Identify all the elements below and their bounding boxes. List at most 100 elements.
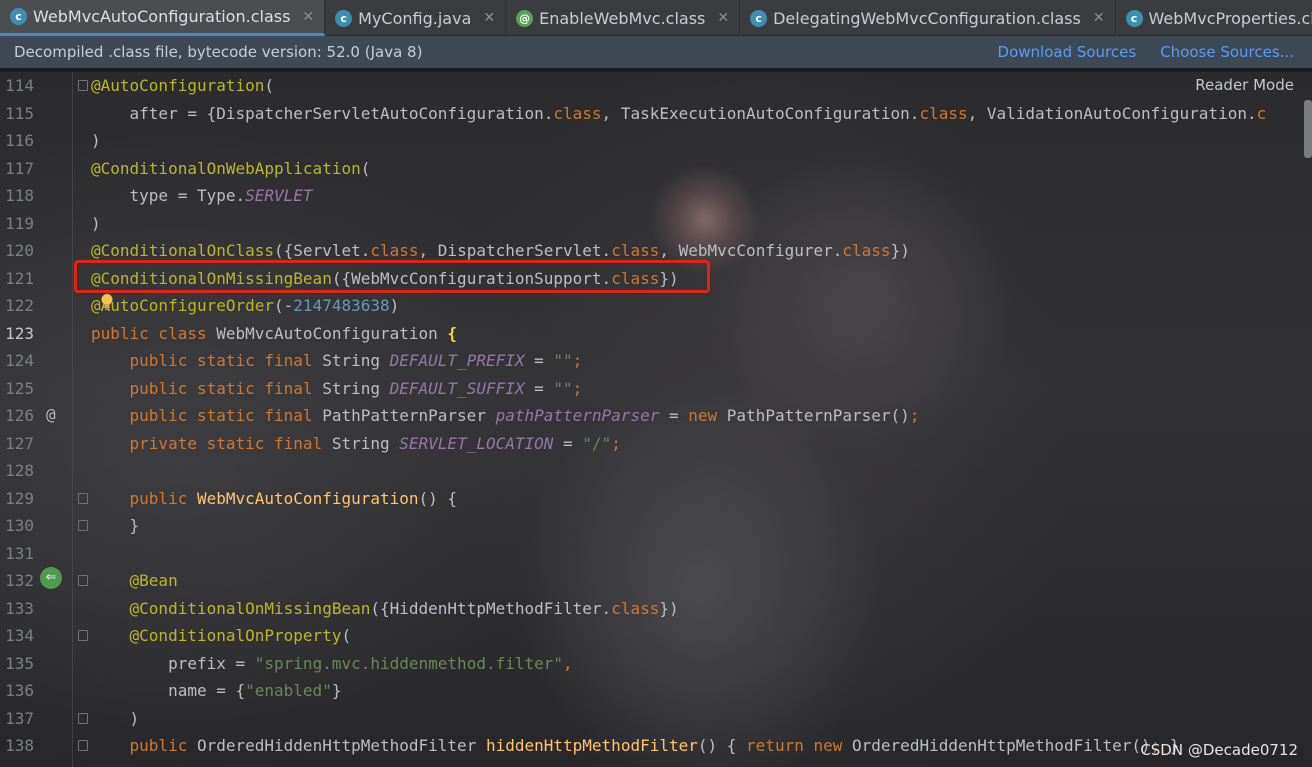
close-tab-icon[interactable]: ✕ xyxy=(483,10,495,26)
code-text: public OrderedHiddenHttpMethodFilter hid… xyxy=(91,736,1180,755)
code-token: DEFAULT_SUFFIX xyxy=(389,378,525,398)
code-token: () { xyxy=(418,488,458,508)
code-token: hiddenHttpMethodFilter xyxy=(485,736,698,755)
editor-tab[interactable]: cWebMvcProperties.class✕ xyxy=(1116,0,1312,36)
download-sources-link[interactable]: Download Sources xyxy=(998,43,1137,61)
code-line: 137 ) xyxy=(0,705,1312,732)
lightbulb-icon[interactable] xyxy=(100,293,114,311)
line-number: 117 xyxy=(5,158,34,178)
code-text: } xyxy=(91,516,140,535)
code-token: OrderedHiddenHttpMethodFilter() xyxy=(852,736,1151,755)
code-token: public xyxy=(91,488,197,508)
code-token: @ConditionalOnWebApplication xyxy=(91,158,361,178)
code-token: new xyxy=(688,406,727,425)
code-text: @ConditionalOnProperty( xyxy=(91,626,352,645)
code-token: } xyxy=(91,516,140,535)
line-number: 131 xyxy=(5,543,34,563)
code-token: ValidationAutoConfiguration. xyxy=(986,103,1257,123)
ide-window: c WebMvcAutoConfiguration.class ✕ c MyConfig… xyxy=(0,0,1312,767)
code-token: PathPatternParser() xyxy=(726,406,910,425)
line-number: 138 xyxy=(5,736,34,755)
vertical-scrollbar-thumb[interactable] xyxy=(1304,100,1312,158)
code-line: 131 xyxy=(0,540,1312,567)
line-number: 116 xyxy=(5,131,34,150)
line-number: 122 xyxy=(5,296,34,315)
code-token: @ConditionalOnClass xyxy=(91,241,275,260)
line-number: 135 xyxy=(5,653,34,673)
code-token: class xyxy=(611,598,660,618)
fold-marker-icon[interactable] xyxy=(78,630,88,641)
code-token: class xyxy=(553,103,602,123)
editor-tab[interactable]: c DelegatingWebMvcConfiguration.class ✕ xyxy=(740,0,1116,36)
code-token: @AutoConfiguration xyxy=(91,76,265,95)
code-token: ) xyxy=(91,708,140,728)
code-token: ) xyxy=(389,296,400,315)
fold-marker-icon[interactable] xyxy=(78,80,88,91)
code-token: ( xyxy=(264,76,275,95)
code-token: after = {DispatcherServletAutoConfigurat… xyxy=(91,103,554,123)
code-token: = xyxy=(659,406,689,425)
code-token: "" xyxy=(553,378,573,398)
code-token: ({HiddenHttpMethodFilter. xyxy=(370,598,612,618)
code-token: TaskExecutionAutoConfiguration. xyxy=(620,103,920,123)
at-sign-gutter-icon[interactable]: @ xyxy=(46,405,56,424)
code-token: @ConditionalOnMissingBean xyxy=(91,598,371,618)
line-number: 136 xyxy=(5,681,34,700)
code-token: , xyxy=(601,103,621,123)
code-token: public class xyxy=(91,323,217,343)
code-text: ) xyxy=(91,708,140,728)
code-token: ({Servlet. xyxy=(274,241,371,260)
fold-marker-icon[interactable] xyxy=(78,740,88,751)
code-token: WebMvcAutoConfiguration xyxy=(196,488,419,508)
code-text: public class WebMvcAutoConfiguration { xyxy=(91,324,457,343)
code-token: c xyxy=(1256,103,1267,123)
class-file-icon: c xyxy=(10,8,27,25)
code-token: class xyxy=(370,241,419,260)
code-token: ) xyxy=(91,131,101,150)
highlight-box xyxy=(74,260,710,293)
code-token: ( xyxy=(360,158,371,178)
code-token: class xyxy=(919,103,968,123)
fold-marker-icon[interactable] xyxy=(78,492,88,504)
code-text: ) xyxy=(91,214,101,233)
code-token: = xyxy=(553,433,583,453)
editor-tab-label: EnableWebMvc.class xyxy=(539,8,706,28)
class-file-icon: c xyxy=(750,9,768,27)
code-line: 117 @ConditionalOnWebApplication( xyxy=(0,155,1312,182)
choose-sources-link[interactable]: Choose Sources... xyxy=(1160,43,1294,61)
editor-tab-label: WebMvcAutoConfiguration.class xyxy=(33,7,291,26)
line-number: 126 xyxy=(5,406,34,425)
editor-tab[interactable]: @ EnableWebMvc.class ✕ xyxy=(506,0,741,36)
fold-marker-icon[interactable] xyxy=(78,520,88,531)
implementation-gutter-icon[interactable]: ⇐ xyxy=(40,567,62,589)
code-token: return new xyxy=(746,736,853,755)
code-line: 136 name = {"enabled"} xyxy=(0,677,1312,704)
close-tab-icon[interactable]: ✕ xyxy=(302,9,314,25)
code-line: 124 public static final String DEFAULT_P… xyxy=(0,347,1312,374)
code-token: @AutoConfigureOrder xyxy=(91,296,275,315)
code-token: { xyxy=(447,323,458,343)
code-token: = xyxy=(524,378,554,398)
code-token: String xyxy=(331,433,400,453)
code-token: "spring.mvc.hiddenmethod.filter" xyxy=(254,653,564,673)
code-token: @ConditionalOnProperty xyxy=(91,626,342,645)
code-token: } xyxy=(331,681,342,700)
code-text: @ConditionalOnMissingBean({HiddenHttpMet… xyxy=(91,599,679,618)
code-line: 122 @AutoConfigureOrder(-2147483638) xyxy=(0,292,1312,319)
editor-tab-label: MyConfig.java xyxy=(358,8,472,28)
editor-tab[interactable]: c WebMvcAutoConfiguration.class ✕ xyxy=(0,0,326,36)
line-number: 123 xyxy=(5,323,34,343)
code-line: 126 @ public static final PathPatternPars… xyxy=(0,402,1312,429)
code-token: }) xyxy=(659,598,679,618)
code-token: public static final xyxy=(91,378,323,398)
code-token: , DispatcherServlet. xyxy=(418,241,612,260)
close-tab-icon[interactable]: ✕ xyxy=(1093,10,1105,26)
code-text: prefix = "spring.mvc.hiddenmethod.filter… xyxy=(91,654,573,673)
close-tab-icon[interactable]: ✕ xyxy=(717,10,729,26)
code-text: public static final PathPatternParser pa… xyxy=(91,406,920,425)
fold-marker-icon[interactable] xyxy=(78,712,88,724)
editor-tab[interactable]: c MyConfig.java ✕ xyxy=(325,0,507,36)
code-token: 2147483638 xyxy=(293,296,390,315)
fold-marker-icon[interactable] xyxy=(78,575,88,586)
code-line: 116) xyxy=(0,127,1312,154)
